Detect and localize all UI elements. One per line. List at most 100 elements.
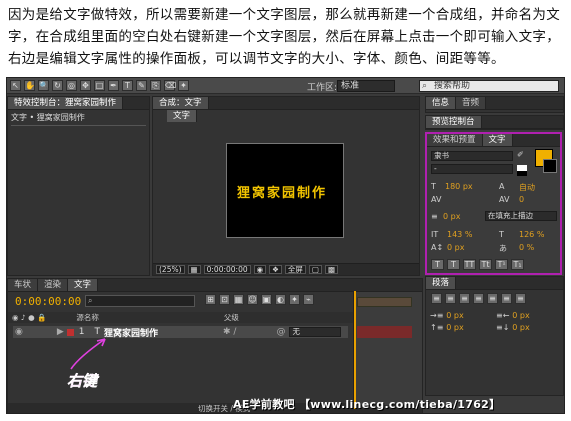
font-family-select[interactable]: 隶书 bbox=[431, 151, 513, 161]
faux-bold-button[interactable]: T bbox=[431, 259, 444, 270]
eraser-tool-icon[interactable]: ⌫ bbox=[164, 80, 176, 91]
align-center-icon[interactable]: ≡ bbox=[445, 293, 456, 304]
align-right-icon[interactable]: ≡ bbox=[459, 293, 470, 304]
faux-italic-button[interactable]: T bbox=[447, 259, 460, 270]
eye-icon[interactable]: ◉ bbox=[15, 327, 23, 337]
help-search-input[interactable]: ⌕ 搜索帮助 bbox=[419, 80, 559, 92]
space-after-value[interactable]: 0 px bbox=[512, 323, 529, 332]
leading-icon: A bbox=[499, 182, 505, 191]
info-panel: 信息 音频 bbox=[425, 96, 564, 113]
eyedropper-icon[interactable]: ✐ bbox=[517, 150, 524, 159]
rotate-tool-icon[interactable]: ↻ bbox=[52, 80, 63, 91]
timeline-search-input[interactable]: ⌕ bbox=[85, 295, 195, 307]
color-channel-icon[interactable]: ❖ bbox=[269, 265, 282, 274]
hide-shy-layers-icon[interactable]: ☺ bbox=[247, 294, 258, 305]
clone-tool-icon[interactable]: ⎘ bbox=[150, 80, 161, 91]
timecode-display[interactable]: 0:00:00:00 bbox=[203, 265, 251, 274]
tab-comp-text[interactable]: 文字 bbox=[167, 110, 198, 122]
indent-left-value[interactable]: 0 px bbox=[446, 311, 463, 320]
justify-last-right-icon[interactable]: ≡ bbox=[501, 293, 512, 304]
vertical-scale-value[interactable]: 143 % bbox=[447, 230, 472, 239]
all-caps-button[interactable]: TT bbox=[463, 259, 476, 270]
justify-all-icon[interactable]: ≡ bbox=[515, 293, 526, 304]
parent-pickwhip-icon[interactable]: @ bbox=[276, 327, 285, 337]
comp-canvas-text[interactable]: 狸窝家园制作 bbox=[237, 182, 327, 201]
timeline-track-area[interactable] bbox=[353, 292, 422, 405]
tab-effect-controls[interactable]: 特效控制台：狸窝家园制作 bbox=[8, 97, 124, 109]
tab-timeline-1[interactable]: 车状 bbox=[8, 279, 39, 291]
workspace-select[interactable]: 标准 bbox=[337, 80, 395, 92]
pan-behind-tool-icon[interactable]: ✥ bbox=[80, 80, 91, 91]
small-caps-button[interactable]: Tt bbox=[479, 259, 492, 270]
font-size-value[interactable]: 180 px bbox=[445, 182, 473, 191]
transparency-grid-icon[interactable]: ▩ bbox=[324, 265, 339, 274]
brush-tool-icon[interactable]: ✎ bbox=[136, 80, 147, 91]
puppet-tool-icon[interactable]: ✦ bbox=[178, 80, 189, 91]
font-size-icon: T bbox=[431, 182, 436, 191]
font-style-select[interactable]: - bbox=[431, 164, 513, 174]
column-parent[interactable]: 父级 bbox=[224, 312, 239, 323]
timeline-timecode[interactable]: 0:00:00:00 bbox=[15, 295, 81, 308]
subscript-button[interactable]: T₁ bbox=[511, 259, 524, 270]
column-source-name[interactable]: 源名称 bbox=[76, 312, 99, 323]
magnification-select[interactable]: (25%) bbox=[156, 265, 185, 274]
snapshot-icon[interactable]: ◉ bbox=[253, 265, 267, 274]
leading-value[interactable]: 自动 bbox=[519, 182, 535, 193]
text-tool-icon[interactable]: T bbox=[122, 80, 133, 91]
horizontal-scale-value[interactable]: 126 % bbox=[519, 230, 544, 239]
camera-tool-icon[interactable]: ◎ bbox=[66, 80, 77, 91]
expand-arrow-icon[interactable]: ▶ bbox=[57, 327, 64, 337]
tab-paragraph[interactable]: 段落 bbox=[426, 277, 457, 289]
mask-tool-icon[interactable]: □ bbox=[94, 80, 105, 91]
baseline-shift-value[interactable]: 0 px bbox=[447, 243, 464, 252]
work-area-bar[interactable] bbox=[357, 297, 412, 307]
character-panel: 效果和预置 文字 隶书 ✐ - T 180 px A 自动 AV AV 0 ≡ … bbox=[425, 132, 562, 275]
tsume-value[interactable]: 0 % bbox=[519, 243, 534, 252]
tab-timeline-2[interactable]: 渲染 bbox=[38, 279, 69, 291]
tsume-icon: あ bbox=[499, 244, 507, 253]
zoom-tool-icon[interactable]: 🔍 bbox=[38, 80, 49, 91]
justify-last-center-icon[interactable]: ≡ bbox=[487, 293, 498, 304]
pen-tool-icon[interactable]: ✒ bbox=[108, 80, 119, 91]
grid-icon[interactable]: ▦ bbox=[187, 265, 201, 274]
region-icon[interactable]: ▢ bbox=[308, 265, 322, 274]
viewer-controls: (25%) ▦ 0:00:00:00 ◉ ❖ 全屏 ▢ ▩ bbox=[153, 263, 419, 275]
superscript-button[interactable]: T¹ bbox=[495, 259, 508, 270]
layer-switches[interactable]: ✱ / bbox=[223, 327, 236, 337]
info-tabbar: 信息 音频 bbox=[426, 97, 563, 110]
tab-preview[interactable]: 预览控制台 bbox=[426, 116, 482, 128]
black-swatch[interactable] bbox=[517, 171, 527, 176]
layer-duration-bar[interactable] bbox=[357, 326, 412, 338]
frame-blending-icon[interactable]: ▣ bbox=[261, 294, 272, 305]
tab-effects-presets[interactable]: 效果和预置 bbox=[427, 134, 483, 146]
tab-audio[interactable]: 音频 bbox=[456, 97, 487, 109]
indent-right-value[interactable]: 0 px bbox=[512, 311, 529, 320]
motion-blur-icon[interactable]: ◐ bbox=[275, 294, 286, 305]
live-update-icon[interactable]: ⊡ bbox=[219, 294, 230, 305]
tab-timeline-text[interactable]: 文字 bbox=[68, 279, 99, 291]
graph-editor-icon[interactable]: ⌁ bbox=[303, 294, 314, 305]
align-left-icon[interactable]: ≡ bbox=[431, 293, 442, 304]
resolution-select[interactable]: 全屏 bbox=[284, 265, 306, 274]
space-before-value[interactable]: 0 px bbox=[446, 323, 463, 332]
horizontal-scale-icon: T bbox=[499, 230, 504, 239]
indent-left: →≡ 0 px bbox=[430, 311, 464, 321]
stroke-mode-select[interactable]: 在填充上描边 bbox=[485, 211, 557, 221]
tab-info[interactable]: 信息 bbox=[426, 97, 457, 109]
space-before: ↑≡ 0 px bbox=[430, 323, 464, 333]
tab-character[interactable]: 文字 bbox=[482, 134, 513, 146]
tab-composition[interactable]: 合成：文字 bbox=[153, 97, 209, 109]
draft-3d-icon[interactable]: ▦ bbox=[233, 294, 244, 305]
stroke-color-swatch[interactable] bbox=[543, 159, 557, 173]
indent-left-icon: →≡ bbox=[430, 311, 444, 320]
tracking-value[interactable]: 0 bbox=[519, 195, 524, 204]
selection-tool-icon[interactable]: ↖ bbox=[10, 80, 21, 91]
current-time-indicator[interactable] bbox=[354, 291, 356, 409]
hand-tool-icon[interactable]: ✋ bbox=[24, 80, 35, 91]
parent-select[interactable]: 无 bbox=[289, 327, 342, 337]
layer-row[interactable]: ◉ ▶ 1 T 狸窝家园制作 ✱ / @ 无 bbox=[13, 326, 348, 339]
justify-last-left-icon[interactable]: ≡ bbox=[473, 293, 484, 304]
brainstorm-icon[interactable]: ✦ bbox=[289, 294, 300, 305]
stroke-width-value[interactable]: 0 px bbox=[443, 212, 460, 221]
comp-mini-flowchart-icon[interactable]: ⊞ bbox=[205, 294, 216, 305]
